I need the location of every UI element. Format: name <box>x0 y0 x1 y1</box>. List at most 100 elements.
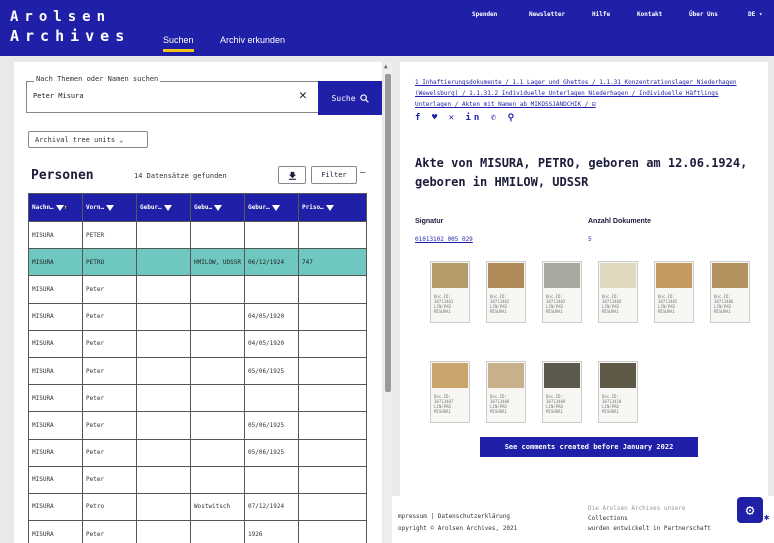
table-cell: Peter <box>82 302 137 331</box>
table-cell: MISURA <box>28 520 83 543</box>
thumbnail-image <box>656 263 692 288</box>
column-header[interactable]: Gebu… <box>190 193 245 222</box>
document-thumbnail[interactable]: Doc.ID: 38713403 LIN/PAD MISURA1 <box>542 261 582 323</box>
column-header[interactable]: Gebur… <box>244 193 299 222</box>
document-thumbnail[interactable]: Doc.ID: 38713406 LIN/PAD MISURA1 <box>710 261 750 323</box>
table-cell <box>136 356 191 386</box>
table-cell: 1926 <box>244 520 299 543</box>
clear-icon[interactable]: ✕ <box>299 88 307 103</box>
persons-table: Nachn… ↑ Vorn… Gebur… Gebu… Gebur… Priso…… <box>28 193 367 543</box>
footer-links[interactable]: mpressum | Datenschutzerklärung <box>398 513 510 520</box>
thumbnail-label: Doc.ID: 38713405 LIN/PAD MISURA1 <box>658 294 678 314</box>
nav-newsletter[interactable]: Newsletter <box>529 11 565 18</box>
see-comments-button[interactable]: See comments created before January 2022 <box>480 437 698 457</box>
tab-archiv-erkunden[interactable]: Archiv erkunden <box>220 35 285 45</box>
search-legend: Nach Themen oder Namen suchen <box>34 75 161 83</box>
scrollbar-thumb[interactable] <box>385 74 391 392</box>
document-thumbnail[interactable]: Doc.ID: 38713408 LIN/PAD MISURA1 <box>486 361 526 423</box>
footer: mpressum | Datenschutzerklärung opyright… <box>392 496 774 543</box>
table-cell <box>298 329 367 358</box>
column-header[interactable]: Vorn… <box>82 193 137 222</box>
table-row[interactable]: MISURA Petro Wostwitsch 07/12/1924 <box>28 492 367 522</box>
table-cell: 06/12/1924 <box>244 248 299 277</box>
help-gear-icon[interactable]: ⚙ <box>737 497 763 523</box>
table-cell <box>190 384 245 413</box>
table-row[interactable]: MISURA PETRO HMILOW, UDSSR 06/12/1924 747 <box>28 248 367 277</box>
table-cell <box>244 220 299 250</box>
table-cell <box>190 329 245 358</box>
table-cell: HMILOW, UDSSR <box>190 248 245 277</box>
thumbnail-label: Doc.ID: 38713404 LIN/PAD MISURA1 <box>602 294 622 314</box>
persons-title: Personen <box>31 168 94 183</box>
table-cell: MISURA <box>28 329 83 358</box>
search-input[interactable] <box>33 92 273 100</box>
table-cell <box>136 220 191 250</box>
filter-button[interactable]: Filter <box>311 166 357 184</box>
table-row[interactable]: MISURA Peter 04/05/1920 <box>28 329 367 358</box>
document-thumbnail[interactable]: Doc.ID: 38713407 LIN/PAD MISURA1 <box>430 361 470 423</box>
logo-line-1[interactable]: Arolsen <box>10 9 111 25</box>
footer-text-2: Collections <box>588 515 628 522</box>
thumbnail-image <box>544 263 580 288</box>
search-button[interactable]: Suche <box>318 81 382 115</box>
archival-tree-select[interactable]: Archival tree units ⌄ <box>28 131 148 148</box>
documents-count-label: Anzahl Dokumente <box>588 218 652 225</box>
table-cell: 05/06/1925 <box>244 411 299 440</box>
thumbnail-label: Doc.ID: 38713401 LIN/PAD MISURA1 <box>434 294 454 314</box>
table-cell <box>190 356 245 386</box>
nav-kontakt[interactable]: Kontakt <box>637 11 662 18</box>
thumbnail-label: Doc.ID: 38713407 LIN/PAD MISURA1 <box>434 394 454 414</box>
document-thumbnail[interactable]: Doc.ID: 38713401 LIN/PAD MISURA1 <box>430 261 470 323</box>
table-cell <box>136 329 191 358</box>
document-thumbnail[interactable]: Doc.ID: 38713402 LIN/PAD MISURA1 <box>486 261 526 323</box>
column-header[interactable]: Nachn… ↑ <box>28 193 83 222</box>
detail-panel: 1 Inhaftierungsdokumente / 1.1 Lager und… <box>400 62 768 496</box>
table-row[interactable]: MISURA Peter <box>28 465 367 494</box>
table-row[interactable]: MISURA PETER <box>28 220 367 250</box>
table-cell <box>136 465 191 494</box>
table-row[interactable]: MISURA Peter 1926 <box>28 520 367 543</box>
document-thumbnail[interactable]: Doc.ID: 38713410 LIN/PAD MISURA1 <box>598 361 638 423</box>
thumbnail-image <box>488 263 524 288</box>
table-cell: 05/06/1925 <box>244 438 299 467</box>
thumbnail-label: Doc.ID: 38713402 LIN/PAD MISURA1 <box>490 294 510 314</box>
scroll-up-icon[interactable]: ▲ <box>384 63 388 70</box>
top-header: Arolsen Archives Suchen Archiv erkunden … <box>0 0 774 56</box>
table-row[interactable]: MISURA Peter 05/06/1925 <box>28 356 367 386</box>
thumbnail-image <box>600 263 636 288</box>
table-cell: MISURA <box>28 438 83 467</box>
document-thumbnail[interactable]: Doc.ID: 38713409 LIN/PAD MISURA1 <box>542 361 582 423</box>
table-row[interactable]: MISURA Peter 05/06/1925 <box>28 411 367 440</box>
nav-ueber-uns[interactable]: Über Uns <box>689 11 718 18</box>
table-row[interactable]: MISURA Peter <box>28 384 367 413</box>
table-cell: 747 <box>298 248 367 277</box>
share-icons[interactable]: f ♥ ✕ in ✆ ⚲ <box>415 113 517 123</box>
language-select[interactable]: DE ▾ <box>748 11 762 18</box>
column-header[interactable]: Gebur… <box>136 193 191 222</box>
table-cell <box>298 275 367 304</box>
table-cell <box>298 220 367 250</box>
nav-hilfe[interactable]: Hilfe <box>592 11 610 18</box>
collapse-icon[interactable]: — <box>360 168 365 178</box>
thumbnail-image <box>712 263 748 288</box>
document-thumbnail[interactable]: Doc.ID: 38713405 LIN/PAD MISURA1 <box>654 261 694 323</box>
table-cell: MISURA <box>28 465 83 494</box>
table-cell <box>136 492 191 522</box>
table-cell: Peter <box>82 329 137 358</box>
tab-suchen[interactable]: Suchen <box>163 35 194 52</box>
signature-link[interactable]: 01013102 005 029 <box>415 236 473 243</box>
table-cell <box>244 465 299 494</box>
table-row[interactable]: MISURA Peter 04/05/1920 <box>28 302 367 331</box>
download-button[interactable] <box>278 166 306 184</box>
table-cell <box>136 411 191 440</box>
logo-line-2[interactable]: Archives <box>10 27 130 45</box>
download-icon <box>288 171 296 180</box>
signature-label: Signatur <box>415 218 444 225</box>
breadcrumb[interactable]: 1 Inhaftierungsdokumente / 1.1 Lager und… <box>415 77 755 110</box>
table-row[interactable]: MISURA Peter 05/06/1925 <box>28 438 367 467</box>
table-row[interactable]: MISURA Peter <box>28 275 367 304</box>
nav-spenden[interactable]: Spenden <box>472 11 497 18</box>
document-thumbnail[interactable]: Doc.ID: 38713404 LIN/PAD MISURA1 <box>598 261 638 323</box>
search-panel: ✕ Suche Nach Themen oder Namen suchen Ar… <box>14 62 382 543</box>
column-header[interactable]: Priso… <box>298 193 367 222</box>
